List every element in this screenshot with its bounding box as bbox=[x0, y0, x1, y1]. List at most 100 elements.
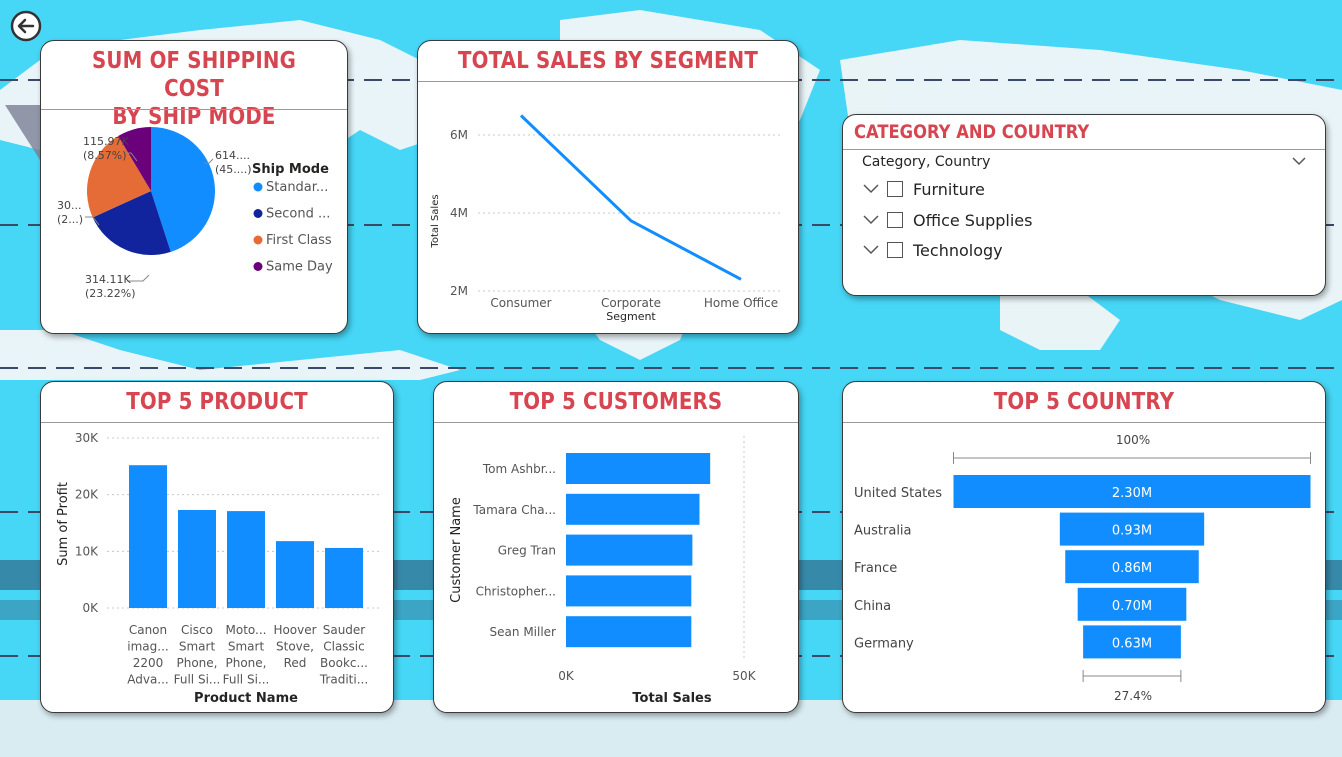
pie-data-label-percent: (2...) bbox=[57, 213, 83, 226]
country-card-title: TOP 5 COUNTRY bbox=[993, 389, 1175, 415]
checkbox[interactable] bbox=[887, 212, 903, 228]
product-bar-chart[interactable]: Sum of Profit Product Name 30K 20K 10K 0K Ca… bbox=[41, 424, 393, 712]
funnel-value-label: 0.63M bbox=[1112, 636, 1152, 651]
x-tick-label: Canon bbox=[129, 623, 167, 637]
legend-marker bbox=[253, 209, 263, 218]
x-tick-label: Bookc... bbox=[320, 656, 368, 670]
x-tick-label: Smart bbox=[179, 640, 216, 654]
category-country-slicer-card: CATEGORY AND COUNTRY Category, Country F… bbox=[842, 114, 1326, 296]
funnel-value-label: 2.30M bbox=[1112, 486, 1152, 501]
pie-chart[interactable]: Ship Mode 614....(45....) 314.11K(23.22%)… bbox=[41, 111, 347, 333]
country-label: Australia bbox=[854, 524, 912, 539]
x-tick-label: Full Si... bbox=[174, 673, 221, 687]
product-y-axis-title: Sum of Profit bbox=[56, 482, 71, 566]
legend-marker bbox=[253, 262, 263, 271]
checkbox[interactable] bbox=[887, 181, 903, 197]
y-tick-label: 20K bbox=[75, 488, 99, 502]
pie-data-label-value: 115.97K bbox=[83, 135, 129, 148]
segment-y-axis-title: Total Sales bbox=[430, 194, 441, 248]
funnel-top-percent: 100% bbox=[1116, 433, 1150, 447]
product-x-axis-title: Product Name bbox=[194, 691, 298, 706]
slicer-collapse-chevron-icon[interactable] bbox=[1291, 155, 1307, 167]
product-bar bbox=[178, 509, 216, 608]
customer-bar bbox=[566, 453, 711, 484]
y-tick-label: 10K bbox=[75, 544, 99, 558]
slicer-header: Category, Country bbox=[862, 154, 991, 170]
x-tick-label: Consumer bbox=[490, 296, 551, 310]
legend-item-label: Standar... bbox=[266, 180, 328, 195]
legend-item-label: Second ... bbox=[266, 207, 330, 222]
customers-x-axis-title: Total Sales bbox=[632, 691, 711, 706]
pie-title-line1: SUM OF SHIPPING COST bbox=[92, 48, 296, 102]
legend-item-label: First Class bbox=[266, 233, 332, 248]
x-tick-label: Classic bbox=[323, 640, 365, 654]
y-tick-label: 0K bbox=[82, 601, 99, 615]
top5-country-card: TOP 5 COUNTRY 100% 27.4% 2.30M United Sta… bbox=[842, 381, 1326, 713]
country-label: United States bbox=[854, 486, 942, 501]
pie-legend-title: Ship Mode bbox=[252, 162, 329, 177]
expand-chevron-icon[interactable] bbox=[861, 182, 883, 196]
slicer-title: CATEGORY AND COUNTRY bbox=[854, 121, 1090, 143]
y-tick-label: Sean Miller bbox=[490, 625, 557, 639]
x-tick-label: Full Si... bbox=[223, 673, 270, 687]
pie-data-label-percent: (8.57%) bbox=[83, 149, 127, 162]
x-tick-label: Phone, bbox=[226, 656, 267, 670]
slicer-item-furniture[interactable]: Furniture bbox=[861, 176, 985, 202]
segment-sales-line bbox=[519, 114, 742, 281]
slicer-item-label: Furniture bbox=[913, 179, 985, 199]
funnel-top-bracket bbox=[953, 452, 1311, 464]
customers-card-title: TOP 5 CUSTOMERS bbox=[509, 389, 723, 415]
y-tick-label: Tamara Cha... bbox=[472, 503, 556, 517]
product-bar bbox=[129, 465, 167, 608]
x-tick-label: Sauder bbox=[323, 623, 366, 637]
segment-line-chart[interactable]: Total Sales Segment 6M 4M 2M Consumer Corpor… bbox=[418, 83, 798, 333]
x-tick-label: 0K bbox=[558, 669, 575, 683]
x-tick-label: 50K bbox=[732, 669, 756, 683]
customer-bar bbox=[566, 534, 693, 566]
slicer-item-technology[interactable]: Technology bbox=[861, 237, 1003, 263]
country-label: France bbox=[854, 561, 897, 576]
x-tick-label: Adva... bbox=[127, 673, 169, 687]
slicer-item-label: Office Supplies bbox=[913, 210, 1033, 230]
pie-data-label-value: 314.11K bbox=[85, 273, 131, 286]
checkbox[interactable] bbox=[887, 242, 903, 258]
funnel-value-label: 0.70M bbox=[1112, 599, 1152, 614]
x-tick-label: Corporate bbox=[601, 296, 661, 310]
funnel-value-label: 0.93M bbox=[1112, 524, 1152, 539]
customers-bar-chart[interactable]: Customer Name Total Sales 0K 50K Tom Ashbr… bbox=[434, 424, 798, 712]
y-tick-label: Tom Ashbr... bbox=[482, 462, 556, 476]
x-tick-label: Hoover bbox=[273, 623, 316, 637]
x-tick-label: 2200 bbox=[133, 656, 164, 670]
expand-chevron-icon[interactable] bbox=[861, 213, 883, 227]
y-tick-label: 6M bbox=[450, 128, 468, 142]
segment-card-title: TOTAL SALES BY SEGMENT bbox=[457, 48, 759, 74]
slicer-item-label: Technology bbox=[913, 240, 1003, 260]
legend-marker bbox=[253, 235, 263, 245]
customer-bar bbox=[566, 616, 692, 648]
country-label: China bbox=[854, 599, 891, 614]
pie-data-label-value: 30... bbox=[57, 199, 82, 212]
pie-data-label-value: 614.... bbox=[215, 149, 250, 162]
x-tick-label: Cisco bbox=[181, 623, 213, 637]
expand-chevron-icon[interactable] bbox=[861, 243, 883, 257]
segment-x-axis-title: Segment bbox=[606, 310, 656, 323]
product-bar bbox=[227, 511, 265, 608]
customers-y-axis-title: Customer Name bbox=[449, 497, 464, 603]
x-tick-label: Smart bbox=[228, 640, 265, 654]
funnel-value-label: 0.86M bbox=[1112, 561, 1152, 576]
back-arrow-icon[interactable] bbox=[10, 10, 42, 42]
country-label: Germany bbox=[854, 636, 914, 651]
x-tick-label: Red bbox=[284, 656, 307, 670]
slicer-item-office-supplies[interactable]: Office Supplies bbox=[861, 207, 1032, 233]
customer-bar bbox=[566, 493, 700, 525]
y-tick-label: 4M bbox=[450, 206, 468, 220]
country-funnel-chart[interactable]: 100% 27.4% 2.30M United States 0.93M Austra… bbox=[843, 424, 1325, 712]
shipping-cost-pie-card: SUM OF SHIPPING COST BY SHIP MODE Ship M… bbox=[40, 40, 348, 334]
y-tick-label: 30K bbox=[75, 431, 99, 445]
funnel-bottom-percent: 27.4% bbox=[1114, 689, 1152, 703]
x-tick-label: Phone, bbox=[177, 656, 218, 670]
top5-product-card: TOP 5 PRODUCT Sum of Profit Product Name… bbox=[40, 381, 394, 713]
legend-item-label: Same Day bbox=[266, 260, 333, 275]
sales-by-segment-card: TOTAL SALES BY SEGMENT Total Sales Segme… bbox=[417, 40, 799, 334]
x-tick-label: imag... bbox=[127, 640, 168, 654]
